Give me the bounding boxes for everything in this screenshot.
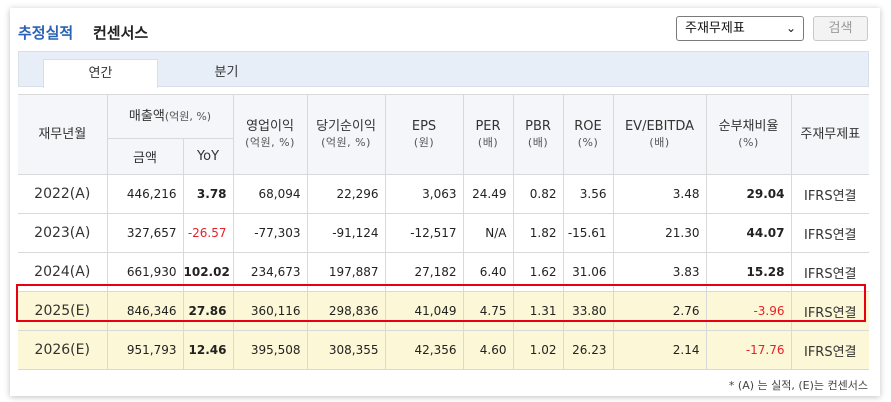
cell-pbr: 1.31 (512, 291, 564, 331)
header-roe: ROE (%) (562, 94, 614, 175)
statement-type-value: 주재무제표 (685, 21, 745, 36)
cell-debt: 15.28 (705, 252, 792, 292)
cell-per: 24.49 (462, 174, 514, 214)
cell-ev: 2.76 (612, 291, 707, 331)
cell-eps: -12,517 (384, 213, 464, 253)
header-statement-basis: 주재무제표 (790, 94, 870, 175)
cell-debt: -3.96 (705, 291, 792, 331)
cell-eps: 27,182 (384, 252, 464, 292)
period-tabs: 연간 분기 (18, 51, 869, 88)
header-eps: EPS (원) (384, 94, 464, 175)
header-net-income: 당기순이익 (억원, %) (306, 94, 386, 175)
panel-header: 추정실적 컨센서스 주재무제표 ⌄ 검색 (10, 8, 880, 50)
table-row: 2023(A) 327,657 -26.57 -77,303 -91,124 -… (18, 213, 870, 253)
cell-debt: 29.04 (705, 174, 792, 214)
cell-net: 22,296 (306, 174, 386, 214)
table-row: 2022(A) 446,216 3.78 68,094 22,296 3,063… (18, 174, 870, 214)
tab-annual[interactable]: 연간 (43, 59, 158, 88)
cell-sales: 951,793 (106, 330, 184, 370)
footnote: * (A) 는 실적, (E)는 컨센서스 (728, 379, 868, 392)
cell-sales: 846,346 (106, 291, 184, 331)
statement-type-select[interactable]: 주재무제표 ⌄ (676, 16, 804, 41)
cell-yoy: 3.78 (182, 174, 234, 214)
consensus-panel: 추정실적 컨센서스 주재무제표 ⌄ 검색 연간 분기 재무년월 매출액(억원, … (10, 8, 880, 396)
cell-op: 68,094 (232, 174, 308, 214)
cell-yoy: -26.57 (182, 213, 234, 253)
cell-per: 6.40 (462, 252, 514, 292)
cell-pbr: 1.82 (512, 213, 564, 253)
cell-period: 2025(E) (18, 291, 108, 331)
cell-pbr: 0.82 (512, 174, 564, 214)
chevron-down-icon: ⌄ (785, 21, 796, 35)
cell-op: 360,116 (232, 291, 308, 331)
cell-eps: 41,049 (384, 291, 464, 331)
header-pbr: PBR (배) (512, 94, 564, 175)
header-per: PER (배) (462, 94, 514, 175)
cell-op: 395,508 (232, 330, 308, 370)
header-period: 재무년월 (18, 94, 108, 175)
cell-debt: -17.76 (705, 330, 792, 370)
cell-yoy: 102.02 (182, 252, 234, 292)
cell-period: 2024(A) (18, 252, 108, 292)
cell-net: -91,124 (306, 213, 386, 253)
estimates-table: 재무년월 매출액(억원, %) 영업이익 (억원, %) 당기순이익 (억원, %)… (18, 94, 870, 370)
cell-period: 2023(A) (18, 213, 108, 253)
cell-basis: IFRS연결 (790, 291, 870, 331)
cell-yoy: 27.86 (182, 291, 234, 331)
cell-roe: -15.61 (562, 213, 614, 253)
cell-net: 308,355 (306, 330, 386, 370)
cell-basis: IFRS연결 (790, 174, 870, 214)
header-sales: 매출액(억원, %) (106, 94, 234, 139)
table-row: 2025(E) 846,346 27.86 360,116 298,836 41… (18, 291, 870, 331)
cell-ev: 2.14 (612, 330, 707, 370)
cell-sales: 446,216 (106, 174, 184, 214)
cell-basis: IFRS연결 (790, 252, 870, 292)
cell-net: 197,887 (306, 252, 386, 292)
cell-basis: IFRS연결 (790, 213, 870, 253)
cell-roe: 31.06 (562, 252, 614, 292)
cell-per: 4.60 (462, 330, 514, 370)
cell-op: 234,673 (232, 252, 308, 292)
table-row: 2026(E) 951,793 12.46 395,508 308,355 42… (18, 330, 870, 370)
cell-per: 4.75 (462, 291, 514, 331)
cell-eps: 42,356 (384, 330, 464, 370)
tab-quarterly[interactable]: 분기 (169, 59, 284, 88)
cell-pbr: 1.02 (512, 330, 564, 370)
cell-roe: 3.56 (562, 174, 614, 214)
cell-period: 2026(E) (18, 330, 108, 370)
panel-title: 추정실적 (18, 24, 74, 42)
cell-ev: 21.30 (612, 213, 707, 253)
cell-roe: 33.80 (562, 291, 614, 331)
cell-op: -77,303 (232, 213, 308, 253)
cell-sales: 327,657 (106, 213, 184, 253)
search-button[interactable]: 검색 (813, 16, 868, 41)
cell-eps: 3,063 (384, 174, 464, 214)
header-net-debt-ratio: 순부채비율 (%) (705, 94, 792, 175)
cell-period: 2022(A) (18, 174, 108, 214)
cell-yoy: 12.46 (182, 330, 234, 370)
header-sales-yoy: YoY (182, 138, 234, 175)
table-row: 2024(A) 661,930 102.02 234,673 197,887 2… (18, 252, 870, 292)
header-sales-amount: 금액 (107, 138, 184, 175)
cell-debt: 44.07 (705, 213, 792, 253)
cell-roe: 26.23 (562, 330, 614, 370)
cell-per: N/A (462, 213, 514, 253)
cell-ev: 3.48 (612, 174, 707, 214)
header-ev-ebitda: EV/EBITDA (배) (612, 94, 707, 175)
cell-net: 298,836 (306, 291, 386, 331)
cell-ev: 3.83 (612, 252, 707, 292)
panel-subtitle: 컨센서스 (93, 24, 149, 42)
cell-basis: IFRS연결 (790, 330, 870, 370)
cell-sales: 661,930 (106, 252, 184, 292)
cell-pbr: 1.62 (512, 252, 564, 292)
header-operating-profit: 영업이익 (억원, %) (232, 94, 308, 175)
